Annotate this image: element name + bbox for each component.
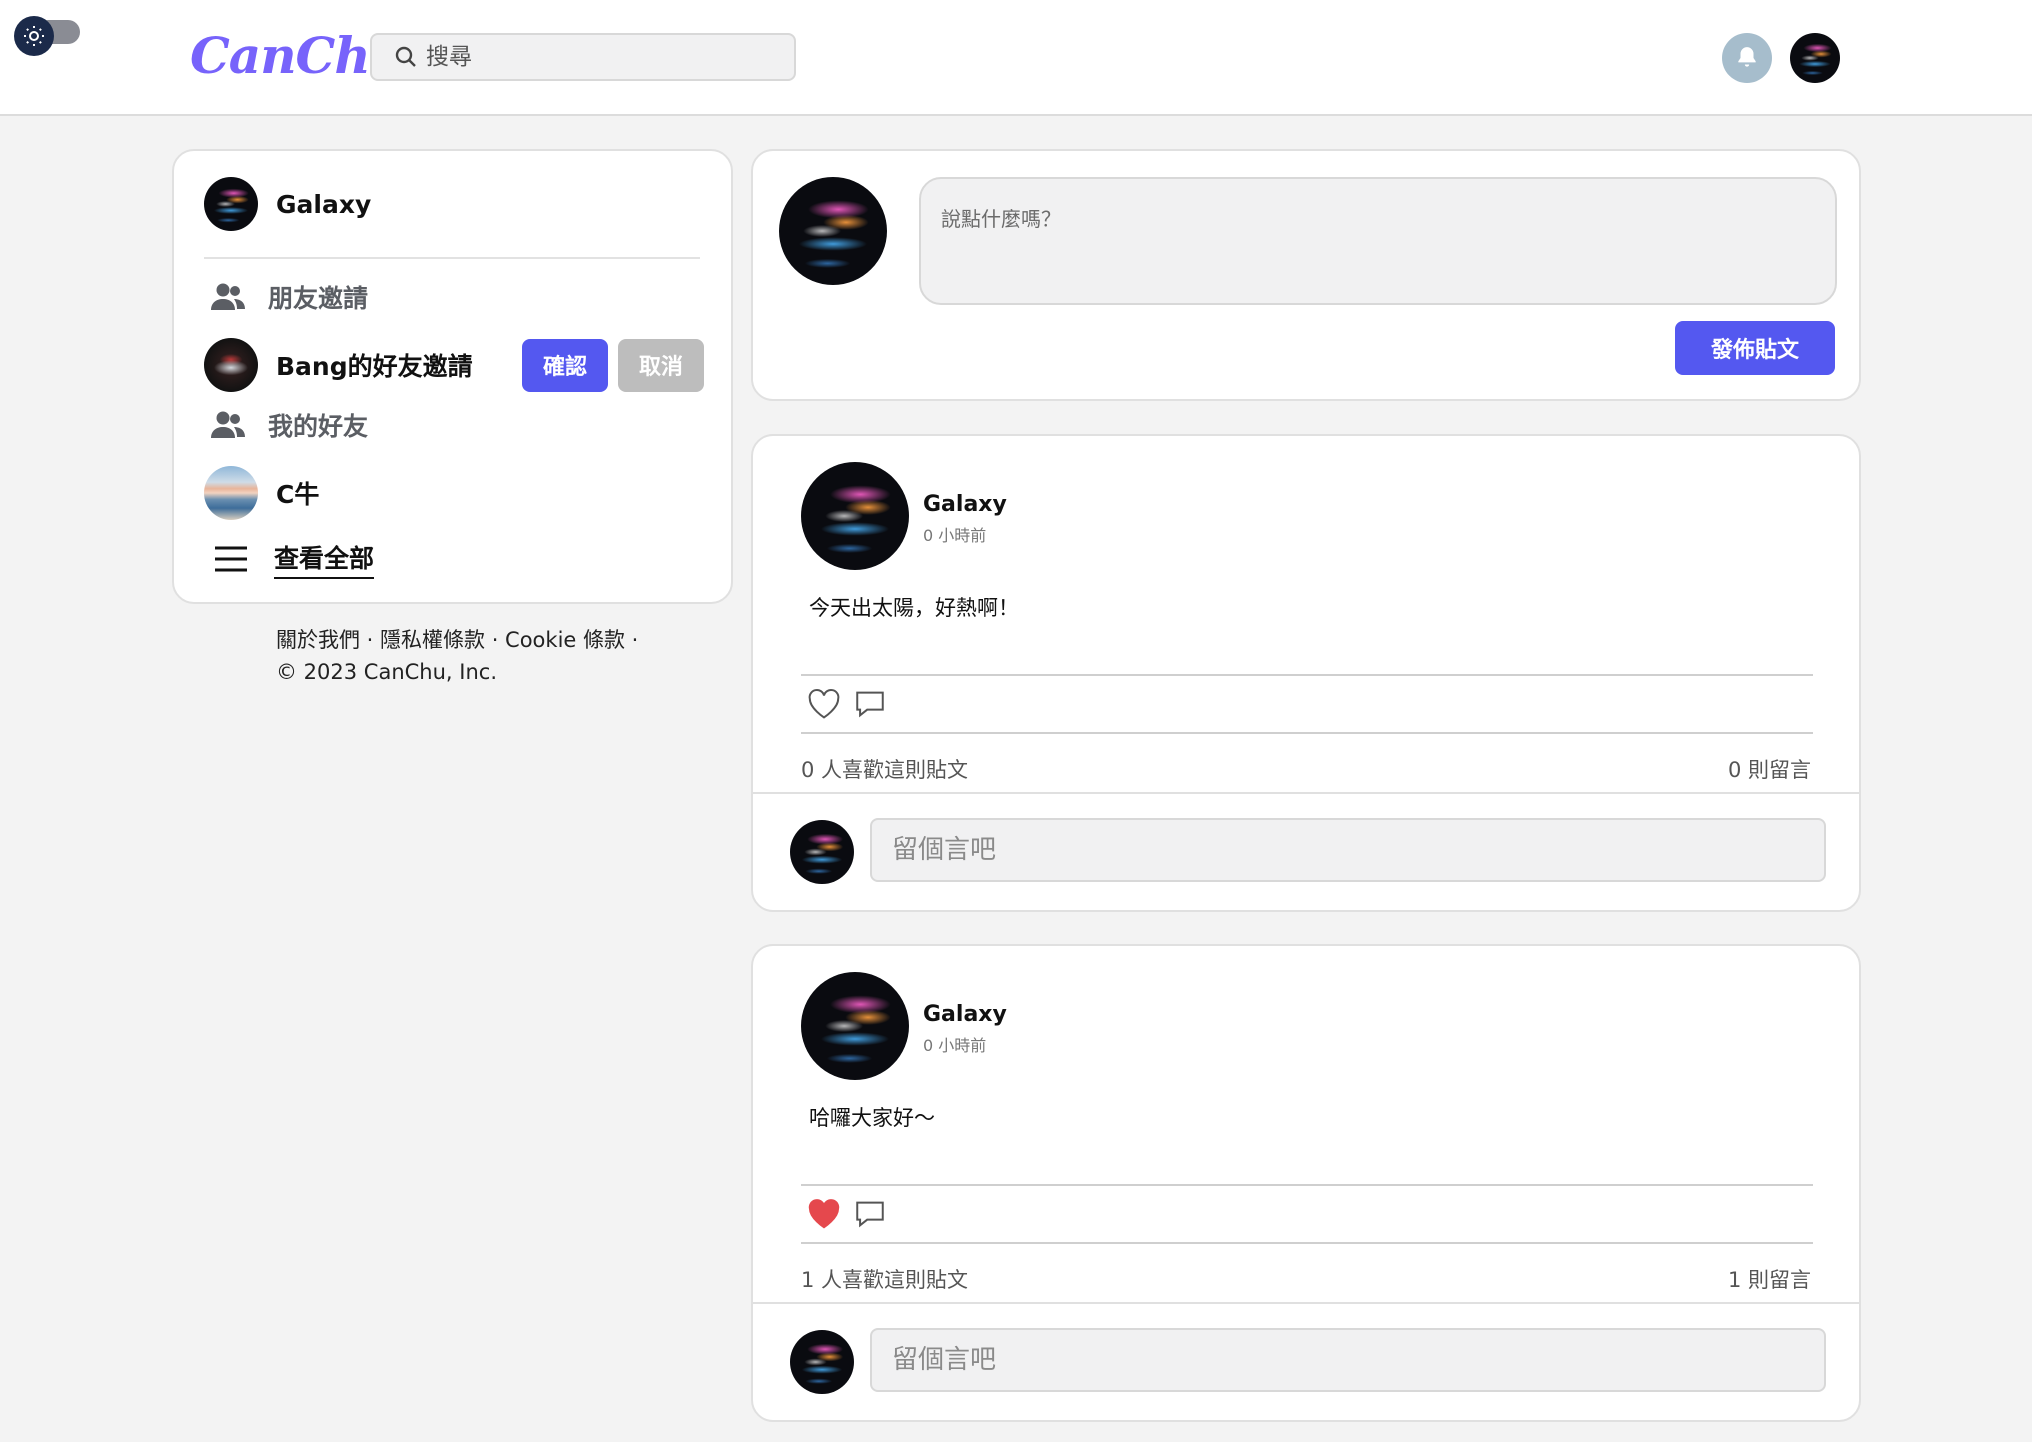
friend-item[interactable]: C牛	[204, 466, 319, 520]
comment-input[interactable]	[870, 818, 1826, 882]
confirm-button[interactable]: 確認	[522, 338, 608, 392]
avatar[interactable]	[801, 462, 909, 570]
friends-icon	[211, 411, 245, 438]
sun-icon	[14, 16, 54, 56]
heart-filled-icon[interactable]	[807, 1198, 841, 1230]
divider	[801, 1242, 1813, 1244]
footer-links[interactable]: 關於我們 · 隱私權條款 · Cookie 條款 ·	[276, 624, 638, 656]
user-avatar[interactable]	[1790, 33, 1840, 83]
post-composer: 發佈貼文	[751, 149, 1861, 401]
bell-icon	[1738, 47, 1756, 67]
post-content: 今天出太陽，好熱啊！	[809, 596, 1019, 620]
search-input[interactable]	[426, 44, 756, 70]
sidebar-item-my-friends[interactable]: 我的好友	[210, 407, 368, 443]
divider	[204, 257, 700, 259]
divider	[801, 732, 1813, 734]
avatar	[790, 820, 854, 884]
theme-toggle[interactable]	[14, 16, 80, 56]
post-input[interactable]	[919, 177, 1837, 305]
avatar	[204, 338, 258, 392]
profile-sidebar: Galaxy 朋友邀請 Bang的好友邀請 確認 取消 我的好友 C牛 查看全部	[172, 149, 733, 604]
post-time: 0 小時前	[923, 526, 987, 545]
divider	[753, 792, 1859, 794]
divider	[801, 674, 1813, 676]
post-actions	[807, 1198, 899, 1230]
menu-icon	[215, 546, 247, 572]
view-all-link[interactable]: 查看全部	[214, 539, 375, 579]
likes-count[interactable]: 0 人喜歡這則貼文	[801, 754, 968, 784]
footer: 關於我們 · 隱私權條款 · Cookie 條款 · © 2023 CanChu…	[276, 624, 638, 688]
friend-name: C牛	[276, 480, 320, 509]
search-box[interactable]	[370, 33, 796, 81]
search-icon	[395, 46, 416, 67]
comments-count[interactable]: 0 則留言	[1728, 754, 1811, 784]
avatar[interactable]	[801, 972, 909, 1080]
sidebar-item-label: 朋友邀請	[268, 284, 369, 313]
friends-icon	[211, 283, 245, 310]
post-time: 0 小時前	[923, 1036, 987, 1055]
comment-input[interactable]	[870, 1328, 1826, 1392]
heart-outline-icon[interactable]	[807, 688, 841, 720]
post-content: 哈囉大家好～	[809, 1106, 935, 1130]
friend-request-name[interactable]: Bang的好友邀請	[276, 347, 522, 383]
avatar	[204, 466, 258, 520]
post-card: Galaxy 0 小時前 哈囉大家好～ 1 人喜歡這則貼文 1 則留言	[751, 944, 1861, 1422]
view-all-label: 查看全部	[274, 539, 375, 579]
post-actions	[807, 688, 899, 720]
post-author[interactable]: Galaxy	[923, 1002, 1007, 1027]
divider	[801, 1184, 1813, 1186]
copyright: © 2023 CanChu, Inc.	[276, 660, 497, 684]
avatar	[204, 177, 258, 231]
cancel-button[interactable]: 取消	[618, 338, 704, 392]
comment-icon[interactable]	[853, 688, 887, 720]
post-card: Galaxy 0 小時前 今天出太陽，好熱啊！ 0 人喜歡這則貼文 0 則留言	[751, 434, 1861, 912]
publish-post-button[interactable]: 發佈貼文	[1675, 321, 1835, 375]
comment-icon[interactable]	[853, 1198, 887, 1230]
divider	[753, 1302, 1859, 1304]
likes-count[interactable]: 1 人喜歡這則貼文	[801, 1264, 968, 1294]
notification-button[interactable]	[1722, 33, 1772, 83]
comments-count[interactable]: 1 則留言	[1728, 1264, 1811, 1294]
post-author[interactable]: Galaxy	[923, 492, 1007, 517]
profile-name: Galaxy	[276, 189, 372, 219]
sidebar-item-friend-requests[interactable]: 朋友邀請	[210, 279, 368, 315]
profile-link[interactable]: Galaxy	[204, 177, 371, 231]
top-header: CanChu	[0, 0, 2032, 116]
sidebar-item-label: 我的好友	[268, 412, 369, 441]
avatar	[790, 1330, 854, 1394]
friend-request-item: Bang的好友邀請 確認 取消	[204, 338, 704, 392]
avatar	[779, 177, 887, 285]
